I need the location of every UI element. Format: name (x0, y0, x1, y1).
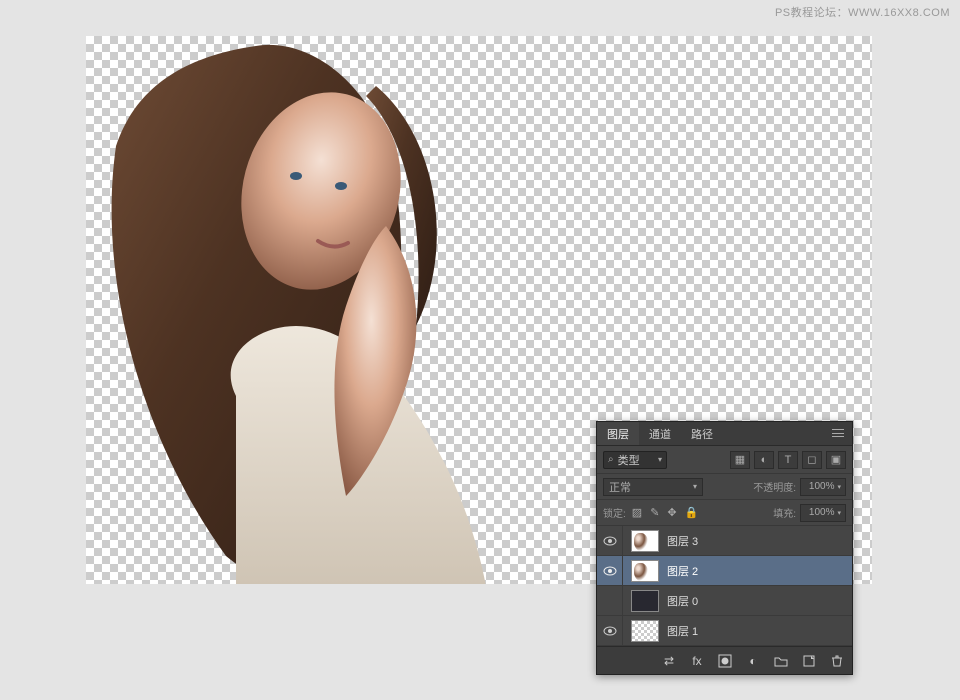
layer-thumbnail (631, 530, 659, 552)
tab-layers[interactable]: 图层 (597, 422, 639, 445)
link-icon[interactable]: ⇄ (660, 652, 678, 670)
chevron-down-icon: ▾ (837, 509, 841, 517)
visibility-toggle[interactable] (597, 556, 623, 585)
lock-all-icon[interactable]: 🔒 (685, 506, 699, 519)
layer-name: 图层 2 (667, 563, 698, 579)
adjustment-icon[interactable]: ◐ (744, 652, 762, 670)
opacity-value: 100% (809, 481, 835, 492)
type-layers-icon[interactable]: T (778, 451, 798, 469)
layer-thumbnail (631, 620, 659, 642)
lock-position-icon[interactable]: ✥ (667, 506, 676, 519)
fill-field[interactable]: 100% ▾ (800, 504, 846, 522)
eye-icon (603, 536, 617, 546)
layer-row[interactable]: 图层 3 (597, 526, 852, 556)
lock-icons: ▨ ✎ ✥ 🔒 (632, 506, 699, 519)
opacity-field[interactable]: 100% ▾ (800, 478, 846, 496)
layer-row[interactable]: 图层 0 (597, 586, 852, 616)
visibility-toggle[interactable] (597, 616, 623, 645)
mask-icon[interactable] (716, 652, 734, 670)
lock-label: 锁定: (603, 505, 626, 520)
smart-object-icon[interactable]: ▣ (826, 451, 846, 469)
lock-pixels-icon[interactable]: ✎ (650, 506, 659, 519)
layer-row[interactable]: 图层 1 (597, 616, 852, 646)
blend-row: 正常 ▾ 不透明度: 100% ▾ (597, 474, 852, 500)
panel-footer: ⇄ fx ◐ (597, 646, 852, 674)
blend-mode-dropdown[interactable]: 正常 ▾ (603, 478, 703, 496)
layer-name: 图层 3 (667, 533, 698, 549)
visibility-toggle[interactable] (597, 586, 623, 615)
lock-transparency-icon[interactable]: ▨ (632, 506, 642, 519)
layer-list: 图层 3 图层 2 图层 0 图层 1 (597, 526, 852, 646)
chevron-down-icon: ▾ (658, 455, 662, 464)
layer-row[interactable]: 图层 2 (597, 556, 852, 586)
filter-row: ⌕ 类型 ▾ ▦ ◐ T ◻ ▣ (597, 446, 852, 474)
fill-value: 100% (809, 507, 835, 518)
search-icon: ⌕ (608, 454, 614, 465)
layer-name: 图层 1 (667, 623, 698, 639)
panel-tabs: 图层 通道 路径 (597, 422, 852, 446)
new-layer-icon[interactable] (800, 652, 818, 670)
layer-thumbnail (631, 590, 659, 612)
layers-panel: 图层 通道 路径 ⌕ 类型 ▾ ▦ ◐ T ◻ ▣ 正常 ▾ 不透明度: 100… (596, 421, 853, 675)
lock-row: 锁定: ▨ ✎ ✥ 🔒 填充: 100% ▾ (597, 500, 852, 526)
eye-icon (603, 566, 617, 576)
pixel-layers-icon[interactable]: ▦ (730, 451, 750, 469)
eye-icon (603, 626, 617, 636)
chevron-down-icon: ▾ (693, 482, 697, 491)
fx-icon[interactable]: fx (688, 652, 706, 670)
shape-layers-icon[interactable]: ◻ (802, 451, 822, 469)
watermark-text: PS教程论坛：WWW.16XX8.COM (775, 4, 950, 20)
tab-channels[interactable]: 通道 (639, 422, 681, 445)
blend-mode-value: 正常 (609, 479, 631, 495)
panel-menu-icon[interactable] (830, 426, 846, 440)
chevron-down-icon: ▾ (837, 483, 841, 491)
layer-name: 图层 0 (667, 593, 698, 609)
opacity-label: 不透明度: (753, 479, 796, 494)
fill-label: 填充: (773, 505, 796, 520)
filter-type-label: 类型 (618, 452, 640, 468)
adjustment-layers-icon[interactable]: ◐ (754, 451, 774, 469)
trash-icon[interactable] (828, 652, 846, 670)
subject-silhouette (86, 36, 546, 584)
tab-paths[interactable]: 路径 (681, 422, 723, 445)
filter-type-dropdown[interactable]: ⌕ 类型 ▾ (603, 451, 667, 469)
layer-thumbnail (631, 560, 659, 582)
group-icon[interactable] (772, 652, 790, 670)
visibility-toggle[interactable] (597, 526, 623, 555)
filter-icons: ▦ ◐ T ◻ ▣ (673, 451, 846, 469)
